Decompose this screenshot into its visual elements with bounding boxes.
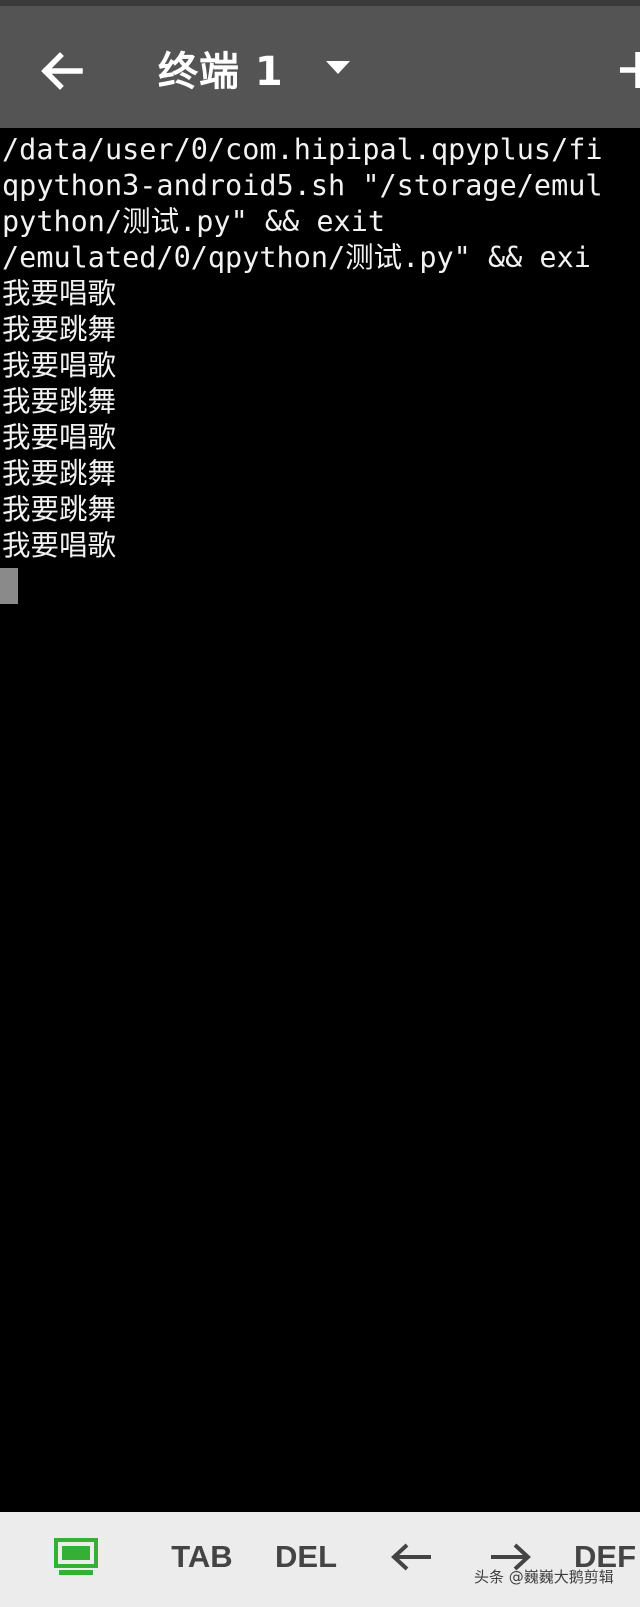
app-bar: 终端 1	[0, 6, 640, 128]
terminal-line: /emulated/0/qpython/测试.py" && exi	[2, 241, 591, 274]
session-selector[interactable]: 终端 1	[158, 36, 350, 100]
session-title: 终端 1	[158, 49, 284, 95]
back-button[interactable]	[30, 39, 94, 103]
extra-keys-bar: TAB DEL DEF	[0, 1512, 640, 1607]
terminal-cursor	[0, 568, 18, 604]
terminal-line: 我要唱歌	[2, 349, 117, 382]
caret-down-icon	[325, 61, 350, 75]
terminal-line: /data/user/0/com.hipipal.qpyplus/fi	[2, 133, 603, 166]
terminal-line: 我要唱歌	[2, 421, 117, 454]
terminal-output[interactable]: /data/user/0/com.hipipal.qpyplus/fi qpyt…	[0, 128, 640, 1512]
keyboard-toggle-icon	[54, 1538, 98, 1575]
terminal-screen: 终端 1 /data/user/0/com.hipipal.qpyplus/fi…	[0, 0, 640, 1607]
arrow-left-icon	[391, 1543, 431, 1571]
plus-icon	[620, 52, 640, 88]
keyboard-toggle-button[interactable]	[50, 1532, 102, 1582]
terminal-line: 我要跳舞	[2, 457, 117, 490]
watermark: 头条 @巍巍大鹅剪辑	[474, 1568, 614, 1586]
terminal-line: qpython3-android5.sh "/storage/emul	[2, 169, 603, 202]
terminal-line: 我要唱歌	[2, 529, 117, 562]
left-arrow-key[interactable]	[386, 1532, 436, 1582]
tab-key[interactable]: TAB	[168, 1532, 236, 1582]
terminal-line: 我要跳舞	[2, 493, 117, 526]
terminal-line: python/测试.py" && exit	[2, 205, 386, 238]
arrow-left-icon	[41, 52, 83, 90]
terminal-line: 我要跳舞	[2, 313, 117, 346]
del-key[interactable]: DEL	[272, 1532, 340, 1582]
add-session-button[interactable]	[618, 50, 640, 90]
terminal-line: 我要唱歌	[2, 277, 117, 310]
terminal-line: 我要跳舞	[2, 385, 117, 418]
